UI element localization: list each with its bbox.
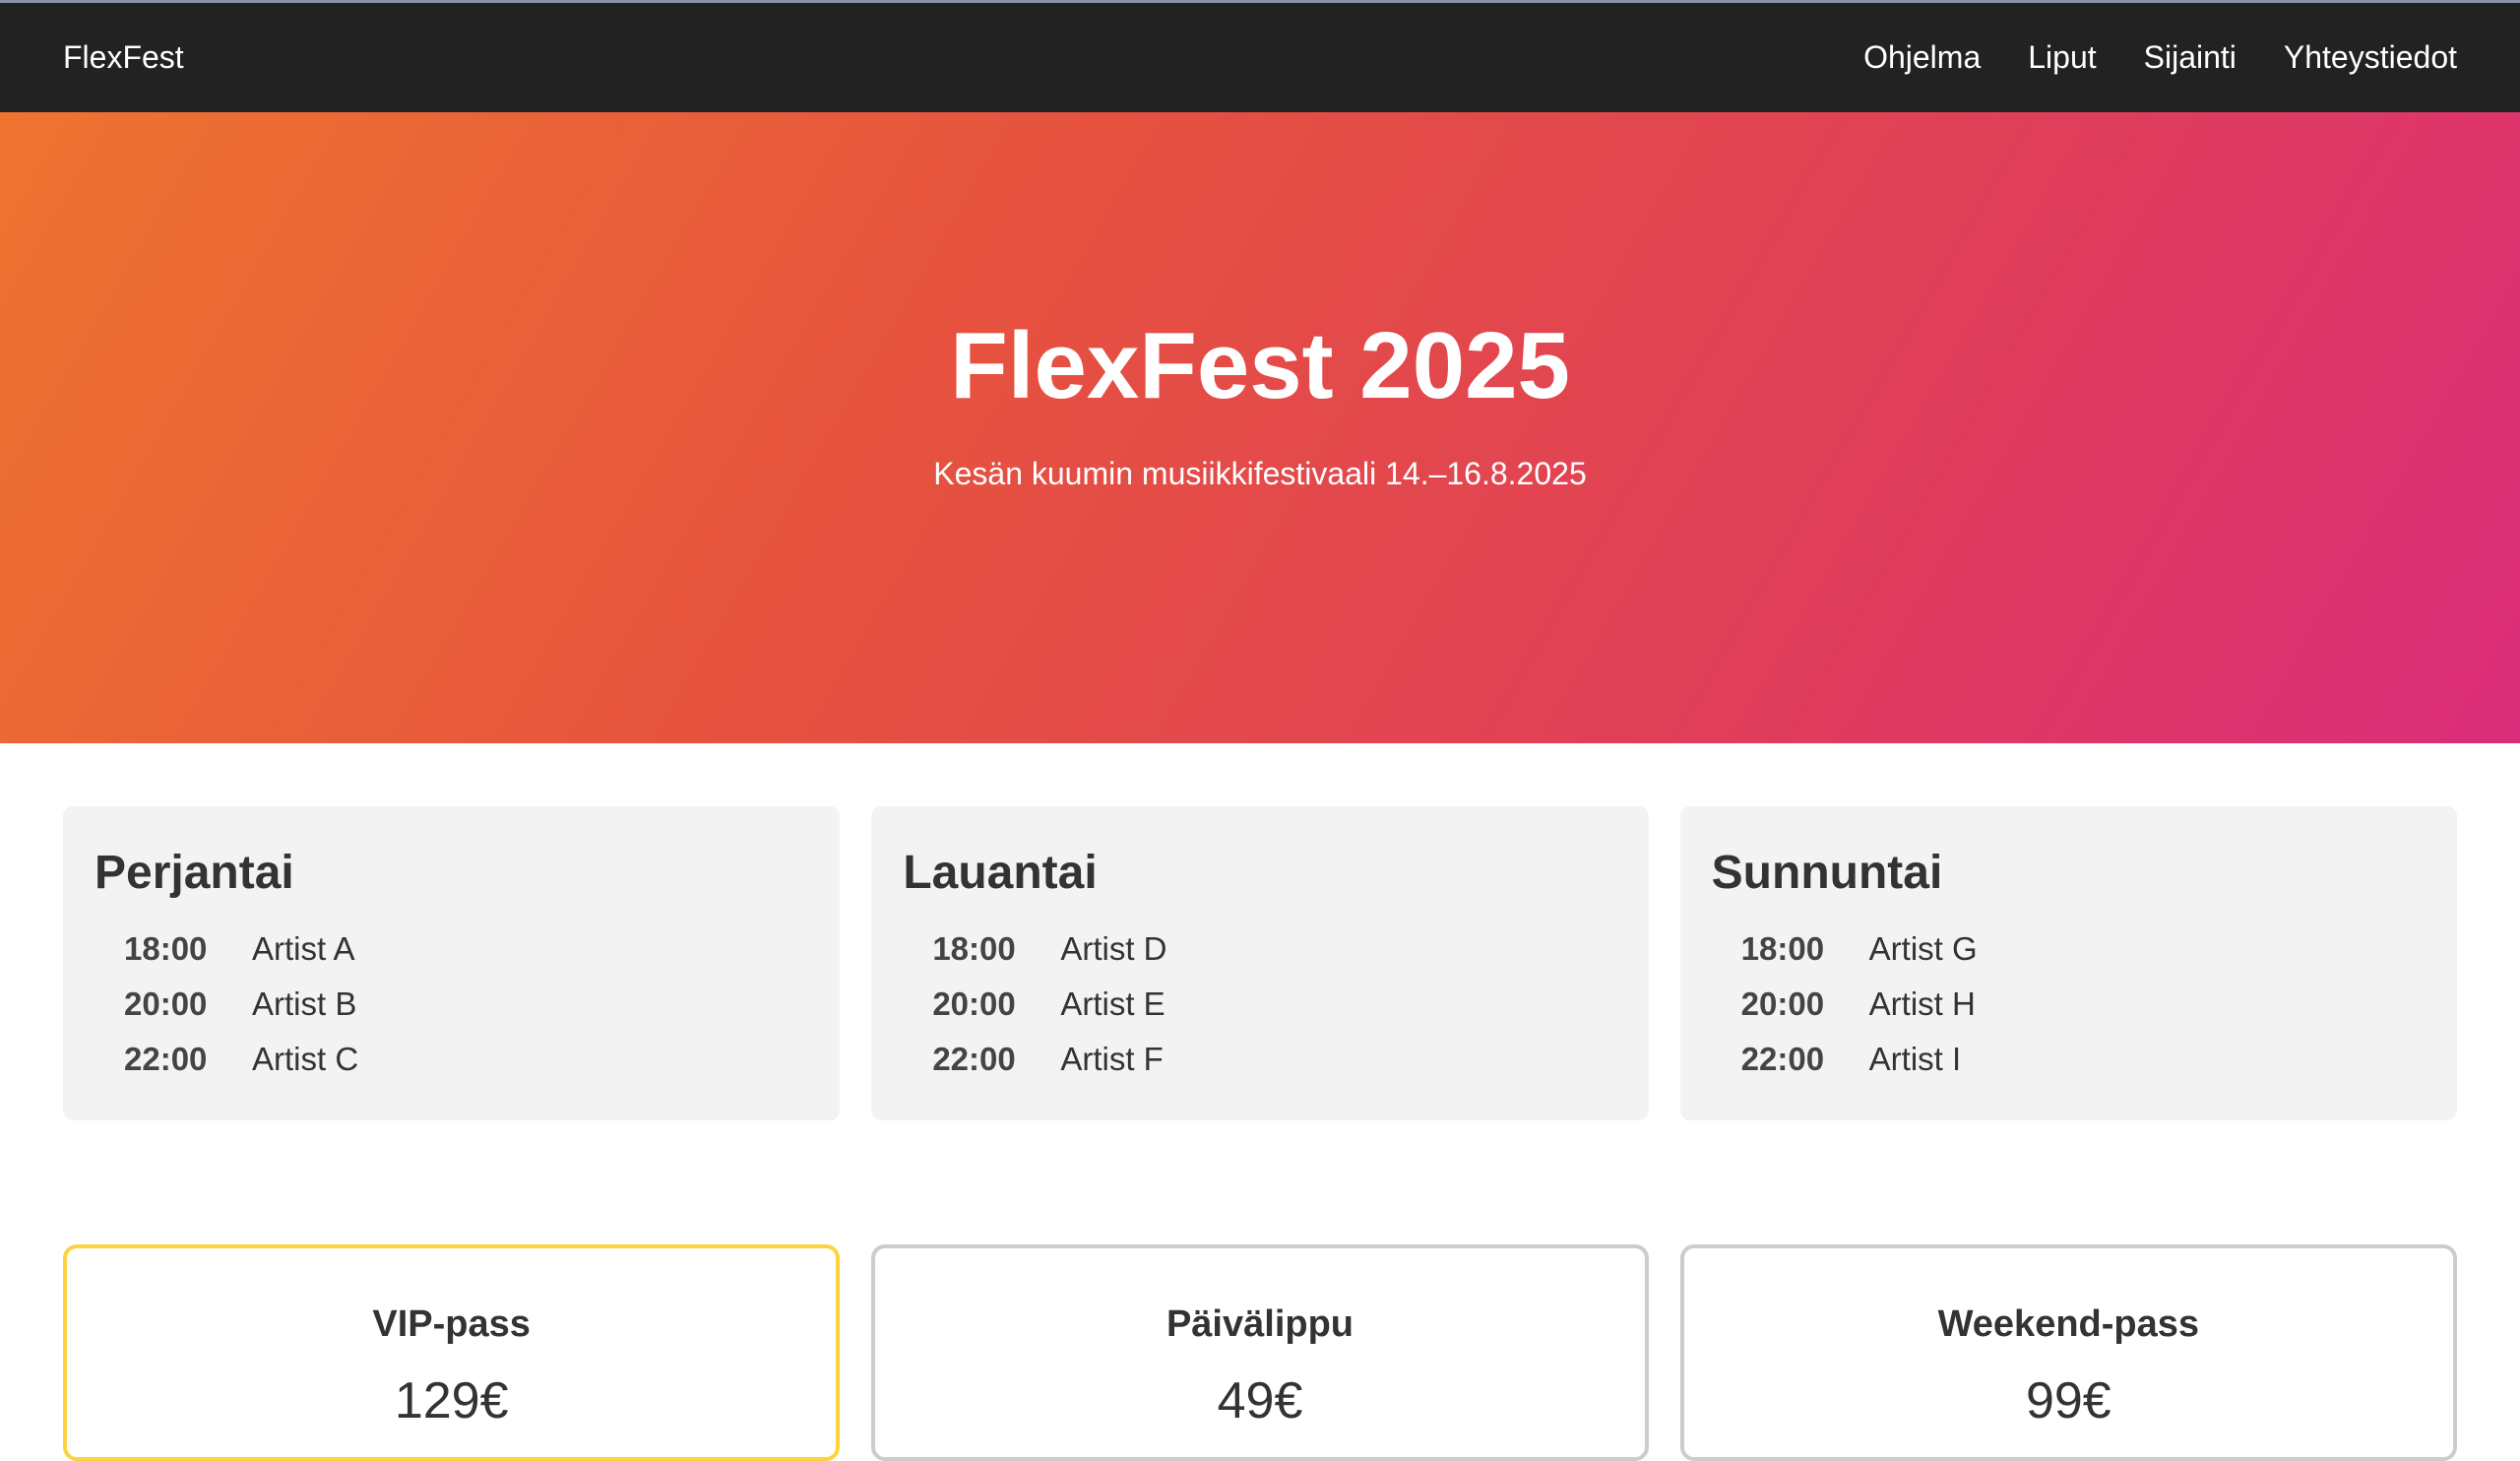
- ticket-name: Weekend-pass: [1937, 1303, 2200, 1345]
- schedule-slot: 18:00 Artist G: [1712, 921, 2426, 977]
- slot-artist: Artist D: [1060, 930, 1167, 967]
- tickets-section: VIP-pass 129€ Päivälippu 49€ Weekend-pas…: [63, 1244, 2457, 1461]
- slot-artist: Artist B: [252, 985, 357, 1022]
- hero-banner: FlexFest 2025 Kesän kuumin musiikkifesti…: [0, 112, 2520, 743]
- day-card-sunnuntai: Sunnuntai 18:00 Artist G 20:00 Artist H …: [1679, 806, 2457, 1120]
- schedule-slot: 22:00 Artist F: [903, 1032, 1616, 1087]
- schedule-slot: 20:00 Artist B: [94, 977, 808, 1032]
- slot-time: 22:00: [932, 1041, 1016, 1077]
- day-title: Lauantai: [903, 847, 1098, 899]
- hero-title: FlexFest 2025: [950, 313, 1570, 419]
- schedule-slot: 22:00 Artist I: [1712, 1032, 2426, 1087]
- slot-time: 20:00: [932, 985, 1016, 1022]
- schedule-slot: 20:00 Artist E: [903, 977, 1616, 1032]
- day-title: Perjantai: [94, 847, 294, 899]
- slot-artist: Artist G: [1868, 930, 1978, 967]
- nav-link-yhteystiedot[interactable]: Yhteystiedot: [2284, 39, 2457, 76]
- brand-link[interactable]: FlexFest: [63, 39, 184, 76]
- schedule-section: Perjantai 18:00 Artist A 20:00 Artist B …: [63, 806, 2457, 1120]
- day-card-perjantai: Perjantai 18:00 Artist A 20:00 Artist B …: [63, 806, 841, 1120]
- day-card-lauantai: Lauantai 18:00 Artist D 20:00 Artist E 2…: [871, 806, 1649, 1120]
- nav-link-liput[interactable]: Liput: [2028, 39, 2096, 76]
- slot-artist: Artist A: [252, 930, 355, 967]
- slot-time: 18:00: [124, 930, 208, 967]
- slot-artist: Artist E: [1060, 985, 1166, 1022]
- ticket-price: 129€: [394, 1372, 509, 1429]
- top-navbar: FlexFest Ohjelma Liput Sijainti Yhteysti…: [0, 0, 2520, 112]
- slot-artist: Artist F: [1060, 1041, 1164, 1077]
- slot-time: 18:00: [932, 930, 1016, 967]
- ticket-name: VIP-pass: [372, 1303, 531, 1345]
- slot-time: 18:00: [1740, 930, 1825, 967]
- slot-artist: Artist C: [252, 1041, 359, 1077]
- nav-link-ohjelma[interactable]: Ohjelma: [1863, 39, 1981, 76]
- nav-link-sijainti[interactable]: Sijainti: [2144, 39, 2236, 76]
- slot-artist: Artist H: [1868, 985, 1976, 1022]
- ticket-card-vip[interactable]: VIP-pass 129€: [63, 1244, 841, 1461]
- schedule-slot: 20:00 Artist H: [1712, 977, 2426, 1032]
- hero-subtitle: Kesän kuumin musiikkifestivaali 14.–16.8…: [933, 455, 1587, 491]
- ticket-card-day[interactable]: Päivälippu 49€: [871, 1244, 1649, 1461]
- slot-time: 22:00: [124, 1041, 208, 1077]
- day-title: Sunnuntai: [1711, 847, 1943, 899]
- ticket-price: 49€: [1217, 1372, 1303, 1429]
- slot-time: 20:00: [1740, 985, 1825, 1022]
- ticket-name: Päivälippu: [1166, 1303, 1354, 1345]
- slot-artist: Artist I: [1868, 1041, 1962, 1077]
- slot-time: 20:00: [124, 985, 208, 1022]
- schedule-slot: 18:00 Artist D: [903, 921, 1616, 977]
- ticket-price: 99€: [2025, 1372, 2111, 1429]
- nav-links: Ohjelma Liput Sijainti Yhteystiedot: [1863, 39, 2457, 76]
- schedule-slot: 18:00 Artist A: [94, 921, 808, 977]
- ticket-card-weekend[interactable]: Weekend-pass 99€: [1679, 1244, 2457, 1461]
- schedule-slot: 22:00 Artist C: [94, 1032, 808, 1087]
- slot-time: 22:00: [1740, 1041, 1825, 1077]
